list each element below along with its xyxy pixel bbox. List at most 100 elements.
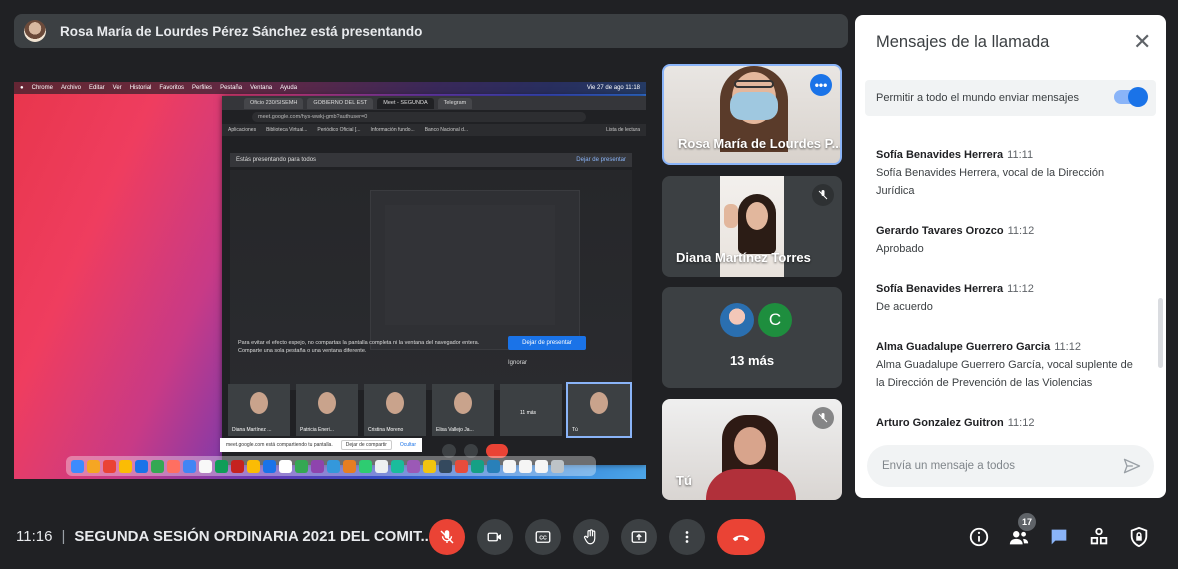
mac-menu-item: Favoritos <box>159 85 185 91</box>
chat-message: Alma Guadalupe Guerrero Garcia 11:12 Alma… <box>876 341 1146 392</box>
bookmark-item: Periódico Oficial [... <box>317 127 361 133</box>
message-time: 11:12 <box>1007 283 1034 295</box>
mac-menu-item: Ventana <box>250 85 273 91</box>
dock-app-icon <box>359 459 372 473</box>
inner-thumb-face <box>318 392 336 414</box>
message-time: 11:12 <box>1054 341 1081 353</box>
participant-tile-self[interactable]: Tú <box>662 399 842 500</box>
message-time: 11:11 <box>1007 149 1034 161</box>
call-controls: CC <box>429 519 765 555</box>
present-button[interactable] <box>621 519 657 555</box>
chat-message-input[interactable] <box>882 460 1102 472</box>
browser-url: meet.google.com/hys-wwkj-gmb?authuser=0 <box>252 112 586 122</box>
dock-app-icon <box>263 459 276 473</box>
bookmark-item: Banco Nacional d... <box>424 127 469 133</box>
message-time: 11:12 <box>1007 225 1035 237</box>
message-header: Gerardo Tavares Orozco 11:12 <box>876 225 1146 237</box>
presenter-banner: Rosa María de Lourdes Pérez Sánchez está… <box>14 14 848 48</box>
dock-app-icon <box>519 459 532 473</box>
mac-menu-bar: ● Chrome Archivo Editar Ver Historial Fa… <box>14 82 646 94</box>
svg-text:CC: CC <box>539 536 547 542</box>
leave-call-button[interactable] <box>717 519 765 555</box>
more-vert-icon <box>685 531 689 543</box>
bookmark-item: Aplicaciones <box>228 127 257 133</box>
browser-tab: Telegram <box>437 97 473 109</box>
people-button[interactable]: 17 <box>1006 513 1036 555</box>
chat-scrollbar[interactable] <box>1158 298 1163 368</box>
dock-app-icon <box>327 459 340 473</box>
more-participants-label: 13 más <box>729 353 775 368</box>
dock-trash-icon <box>551 459 564 473</box>
mac-menu-item: Ayuda <box>280 85 298 91</box>
dock-app-icon <box>391 459 404 473</box>
mac-clock: Vie 27 de ago 11:18 <box>586 85 640 91</box>
participant-name: Tú <box>676 473 692 488</box>
video-shirt <box>706 469 796 500</box>
apple-icon: ● <box>20 85 24 91</box>
message-line: la Dirección de Prevención de las Violen… <box>876 377 1093 389</box>
browser-tab: GOBIERNO DEL EST <box>307 97 374 109</box>
inner-thumb-face <box>590 392 608 414</box>
inner-thumb-label: Patricia Eneri... <box>300 427 334 433</box>
inner-thumb-label: Cristina Moreno <box>368 427 404 433</box>
participants-count-badge: 17 <box>1018 513 1036 531</box>
participant-tile-more[interactable]: C 13 más <box>662 287 842 388</box>
chat-button[interactable] <box>1046 519 1072 555</box>
message-author: Sofía Benavides Herrera <box>876 149 1004 161</box>
dock-app-icon <box>231 459 244 473</box>
bottom-control-bar: 11:16 | SEGUNDA SESIÓN ORDINARIA 2021 DEL … <box>0 505 1178 569</box>
inner-thumb: Cristina Moreno <box>364 384 426 436</box>
message-author: Alma Guadalupe Guerrero Garcia <box>876 341 1051 353</box>
mirror-warning: Para evitar el efecto espejo, no compart… <box>238 340 480 354</box>
present-screen-icon <box>631 531 647 543</box>
bookmark-item: Biblioteca Virtual... <box>266 127 308 133</box>
meet-window: Rosa María de Lourdes Pérez Sánchez está… <box>0 0 1178 569</box>
inner-thumb-label: 11 más <box>520 410 537 416</box>
dock-app-icon <box>471 459 484 473</box>
message-line: Sofía Benavides Herrera, vocal de la Dir… <box>876 167 1105 179</box>
browser-tab: Oficio 230/SISEMH <box>244 97 304 109</box>
send-icon[interactable] <box>1122 456 1142 479</box>
mac-menu-item: Ver <box>112 85 122 91</box>
inner-thumb-label: Elisa Vallejo Ja... <box>436 427 474 433</box>
participant-tile-rosa[interactable]: ••• Rosa María de Lourdes P... <box>662 64 842 165</box>
video-face <box>746 202 768 230</box>
share-note-text: meet.google.com está compartiendo tu pan… <box>226 442 333 448</box>
dock-app-icon <box>119 459 132 473</box>
captions-button[interactable]: CC <box>525 519 561 555</box>
dock-app-icon <box>87 459 100 473</box>
inner-thumb-face <box>250 392 268 414</box>
browser-address-row: meet.google.com/hys-wwkj-gmb?authuser=0 <box>222 110 646 124</box>
dock-app-icon <box>103 459 116 473</box>
inner-thumb: Elisa Vallejo Ja... <box>432 384 494 436</box>
message-body: Sofía Benavides Herrera, vocal de la Dir… <box>876 164 1146 200</box>
browser-tab-strip: Oficio 230/SISEMH GOBIERNO DEL EST Meet … <box>222 96 646 110</box>
more-options-icon[interactable]: ••• <box>810 74 832 96</box>
dock-app-icon <box>423 459 436 473</box>
message-author: Sofía Benavides Herrera <box>876 283 1004 295</box>
share-note-hide: Ocultar <box>399 442 416 448</box>
meeting-details-button[interactable] <box>966 519 992 555</box>
allow-messages-toggle[interactable] <box>1114 87 1148 107</box>
close-icon[interactable]: ✕ <box>1133 31 1151 53</box>
mac-menu-item: Editar <box>88 85 105 91</box>
video-mask <box>730 92 778 120</box>
participant-avatar-letter: C <box>758 303 792 337</box>
dock-app-icon <box>375 459 388 473</box>
share-note-stop: Dejar de compartir <box>340 440 392 450</box>
mic-toggle-button[interactable] <box>429 519 465 555</box>
dock-app-icon <box>279 459 292 473</box>
participant-tile-diana[interactable]: Diana Martínez Torres <box>662 176 842 277</box>
mac-menu-item: Pestaña <box>220 85 243 91</box>
dock-app-icon <box>487 459 500 473</box>
activities-button[interactable] <box>1086 519 1112 555</box>
more-options-button[interactable] <box>669 519 705 555</box>
chat-message: Gerardo Tavares Orozco 11:12 Aprobado <box>876 225 1146 258</box>
dock-app-icon <box>167 459 180 473</box>
side-panel-controls: 17 <box>966 513 1152 555</box>
raise-hand-button[interactable] <box>573 519 609 555</box>
participant-name: Diana Martínez Torres <box>676 250 811 265</box>
camera-toggle-button[interactable] <box>477 519 513 555</box>
inner-thumbnails: Diana Martínez ... Patricia Eneri... Cri… <box>228 382 632 438</box>
host-controls-button[interactable] <box>1126 519 1152 555</box>
